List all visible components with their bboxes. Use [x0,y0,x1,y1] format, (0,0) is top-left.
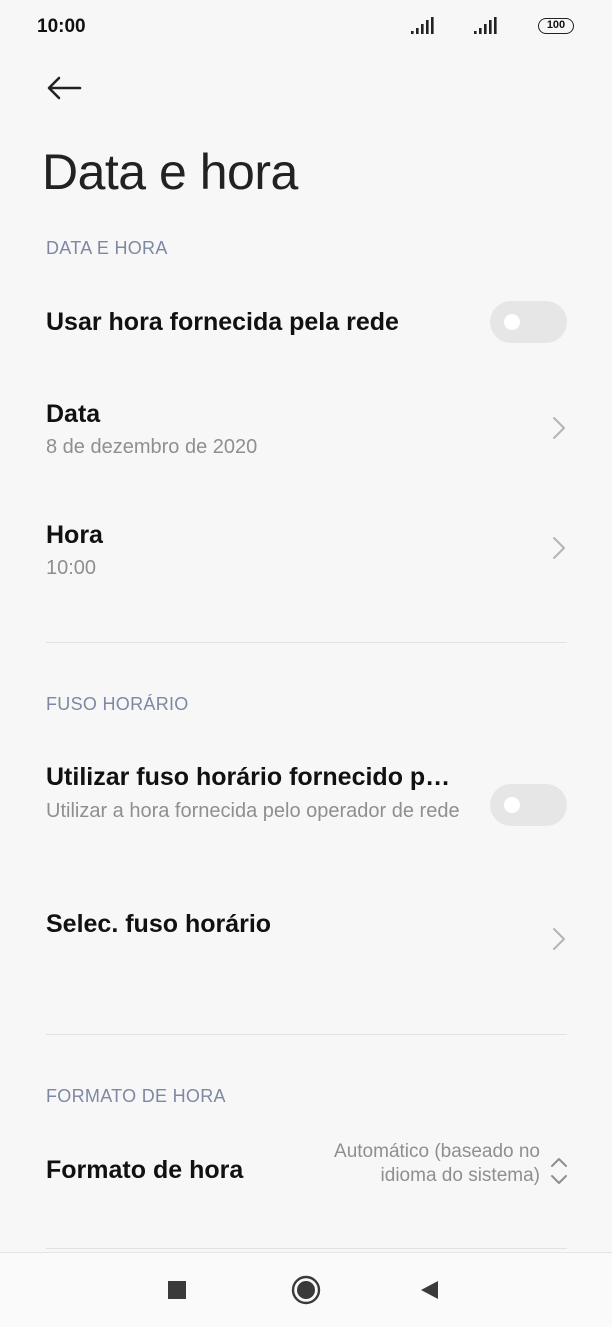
arrow-left-icon [47,76,82,100]
signal-strength-icon [474,17,497,34]
signal-strength-icon [411,17,434,34]
network-zone-toggle[interactable] [490,784,567,826]
section-header-time-format: FORMATO DE HORA [46,1086,226,1106]
recents-square-icon[interactable] [166,1279,188,1301]
divider [46,642,567,643]
chevron-right-icon [553,537,565,559]
network-zone-label: Utilizar fuso horário fornecido p… [46,763,451,791]
network-zone-row[interactable]: Utilizar fuso horário fornecido p… Utili… [0,755,612,855]
time-row[interactable]: Hora 10:00 [0,511,612,591]
select-zone-row[interactable]: Selec. fuso horário [0,900,612,980]
navigation-bar [0,1252,612,1327]
back-triangle-icon[interactable] [418,1279,440,1301]
date-row[interactable]: Data 8 de dezembro de 2020 [0,390,612,470]
network-zone-description: Utilizar a hora fornecida pelo operador … [46,800,460,822]
network-time-toggle[interactable] [490,301,567,343]
back-button[interactable] [44,70,88,110]
network-time-row[interactable]: Usar hora fornecida pela rede [0,290,612,356]
divider [46,1248,567,1249]
select-zone-label: Selec. fuso horário [46,910,272,938]
time-format-value: Automático (baseado no idioma do sistema… [334,1141,540,1186]
status-time: 10:00 [37,16,86,37]
section-header-time-zone: FUSO HORÁRIO [46,694,189,714]
chevron-up-down-icon[interactable] [548,1155,570,1187]
battery-icon: 100 [538,18,574,34]
time-value: 10:00 [46,557,97,579]
page-title: Data e hora [42,144,298,200]
chevron-right-icon [553,928,565,950]
time-format-label: Formato de hora [46,1156,244,1184]
date-label: Data [46,400,101,428]
date-value: 8 de dezembro de 2020 [46,436,258,458]
time-label: Hora [46,521,103,549]
chevron-right-icon [553,417,565,439]
network-time-label: Usar hora fornecida pela rede [46,308,399,336]
section-header-date-time: DATA E HORA [46,238,168,258]
toggle-knob [504,314,520,330]
home-circle-icon[interactable] [290,1274,322,1306]
divider [46,1034,567,1035]
status-bar: 10:00 100 [0,0,612,54]
toggle-knob [504,797,520,813]
